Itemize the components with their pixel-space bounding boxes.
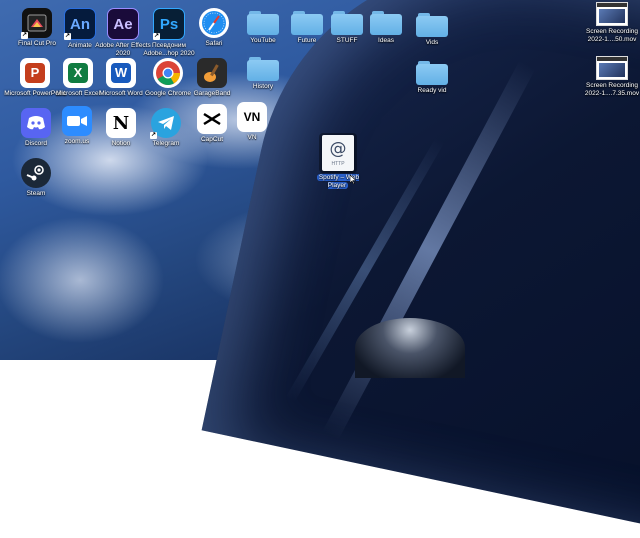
wallpaper-car-mirror [355,318,465,378]
folder-history[interactable]: History [231,53,295,91]
folder-vids[interactable]: Vids [400,9,464,47]
word-icon: W [106,58,136,88]
app-steam[interactable]: Steam [4,158,68,198]
folder-ready-vid[interactable]: Ready vid [400,57,464,95]
steam-icon [21,158,51,188]
zoom-icon [62,106,92,136]
chrome-icon [153,58,183,88]
screen-recording-file-icon [596,56,628,80]
folder-icon [416,13,448,37]
safari-icon [199,8,229,38]
after-effects-icon: Ae [107,8,139,40]
alias-arrow-icon: ↗ [153,33,160,40]
file-spotify-web-player[interactable]: @ HTTP Spotify – Web Player [306,135,370,189]
garageband-icon [197,58,227,88]
screen-recording-file-icon [596,2,628,26]
alias-arrow-icon: ↗ [21,32,28,39]
vn-icon: VN [237,102,267,132]
telegram-icon: ↗ [150,108,181,139]
folder-icon [416,61,448,85]
alias-arrow-icon: ↗ [64,33,71,40]
notion-icon: N [106,108,136,138]
photoshop-icon: Ps ↗ [153,8,185,40]
app-vn[interactable]: VN VN [220,102,284,142]
file-screen-recording-2[interactable]: Screen Recording 2022-1....7.35.mov [584,56,640,97]
file-screen-recording-1[interactable]: Screen Recording 2022-1....50.mov [584,2,640,43]
alias-arrow-icon: ↗ [150,132,157,139]
folder-icon [247,57,279,81]
mouse-cursor-icon [350,175,356,184]
folder-icon [370,11,402,35]
webloc-file-icon: @ HTTP [322,135,354,171]
